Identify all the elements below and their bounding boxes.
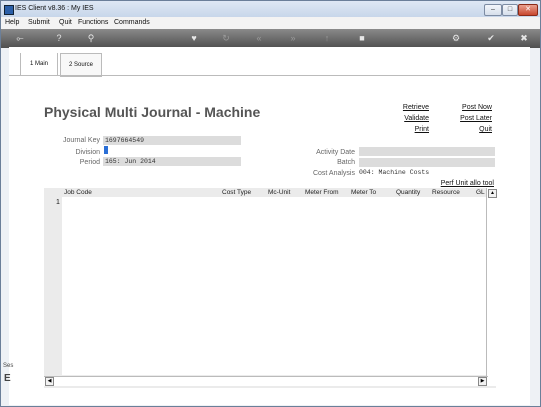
batch-label: Batch bbox=[337, 159, 355, 166]
menu-quit[interactable]: Quit bbox=[59, 19, 72, 26]
confirm-icon[interactable]: ✔ bbox=[485, 33, 497, 44]
quit-link[interactable]: Quit bbox=[452, 126, 492, 133]
favorite-heart-icon[interactable]: ♥ bbox=[188, 33, 200, 44]
validate-link[interactable]: Validate bbox=[395, 115, 429, 122]
batch-field[interactable] bbox=[359, 158, 495, 167]
col-mc-unit[interactable]: Mc-Unit bbox=[268, 189, 290, 196]
horizontal-scrollbar[interactable]: ◀ ▶ bbox=[44, 376, 488, 386]
settings-icon[interactable]: ⚙ bbox=[450, 33, 462, 44]
post-now-link[interactable]: Post Now bbox=[452, 104, 492, 111]
search-icon[interactable]: ⚲ bbox=[85, 33, 97, 44]
col-gl[interactable]: GL bbox=[476, 189, 485, 196]
col-cost-type[interactable]: Cost Type bbox=[222, 189, 251, 196]
row-number: 1 bbox=[56, 199, 60, 206]
tab-main[interactable]: 1 Main bbox=[20, 53, 58, 75]
perf-unit-link[interactable]: Perf Unit allo tool bbox=[430, 180, 494, 187]
page-title: Physical Multi Journal - Machine bbox=[44, 104, 261, 120]
menu-commands[interactable]: Commands bbox=[114, 19, 150, 26]
period-field[interactable]: 165: Jun 2014 bbox=[103, 157, 241, 166]
col-quantity[interactable]: Quantity bbox=[396, 189, 420, 196]
close-window-button[interactable]: ✕ bbox=[518, 4, 538, 16]
side-fragment-a: Ses bbox=[3, 363, 14, 369]
post-later-link[interactable]: Post Later bbox=[452, 115, 492, 122]
print-link[interactable]: Print bbox=[395, 126, 429, 133]
restore-button[interactable]: □ bbox=[502, 4, 518, 16]
refresh-icon[interactable]: ↻ bbox=[220, 33, 232, 44]
journal-key-label: Journal Key bbox=[63, 137, 100, 144]
division-field[interactable] bbox=[104, 146, 108, 154]
division-label: Division bbox=[75, 149, 100, 156]
col-meter-from[interactable]: Meter From bbox=[305, 189, 339, 196]
menu-functions[interactable]: Functions bbox=[78, 19, 108, 26]
next-icon[interactable]: » bbox=[287, 33, 299, 44]
journal-key-field[interactable]: 1697664549 bbox=[103, 136, 241, 145]
col-meter-to[interactable]: Meter To bbox=[351, 189, 376, 196]
col-job-code[interactable]: Job Code bbox=[64, 189, 92, 196]
help-icon[interactable]: ? bbox=[53, 33, 65, 44]
activity-date-field[interactable] bbox=[359, 147, 495, 156]
scroll-up-icon[interactable]: ▲ bbox=[488, 189, 497, 198]
minimize-button[interactable]: – bbox=[484, 4, 502, 16]
cost-analysis-field[interactable]: 004: Machine Costs bbox=[357, 168, 495, 177]
menu-help[interactable]: Help bbox=[5, 19, 19, 26]
vertical-scrollbar[interactable]: ▲ bbox=[486, 188, 497, 386]
tab-divider bbox=[9, 75, 530, 76]
cancel-icon[interactable]: ✖ bbox=[518, 33, 530, 44]
toolbar: ⟜ ? ⚲ ♥ ↻ « » ↑ ■ ⚙ ✔ ✖ bbox=[1, 29, 540, 48]
window-title: IES Client v8.36 : My IES bbox=[15, 5, 94, 12]
scroll-right-icon[interactable]: ▶ bbox=[478, 377, 487, 386]
scroll-left-icon[interactable]: ◀ bbox=[45, 377, 54, 386]
upload-icon[interactable]: ↑ bbox=[321, 33, 333, 44]
app-icon bbox=[4, 5, 14, 15]
side-fragment-b: E bbox=[4, 373, 11, 384]
retrieve-link[interactable]: Retrieve bbox=[395, 104, 429, 111]
grid-body[interactable] bbox=[62, 197, 486, 375]
col-resource[interactable]: Resource bbox=[432, 189, 460, 196]
cost-analysis-label: Cost Analysis bbox=[312, 170, 355, 177]
activity-date-label: Activity Date bbox=[316, 149, 355, 156]
tab-source[interactable]: 2 Source bbox=[60, 53, 102, 77]
stop-icon[interactable]: ■ bbox=[356, 33, 368, 44]
menu-bar: Help Submit Quit Functions Commands bbox=[1, 17, 540, 29]
period-label: Period bbox=[79, 159, 100, 166]
menu-submit[interactable]: Submit bbox=[28, 19, 50, 26]
exit-icon[interactable]: ⟜ bbox=[8, 33, 32, 44]
previous-icon[interactable]: « bbox=[253, 33, 265, 44]
title-bar: IES Client v8.36 : My IES – □ ✕ bbox=[1, 1, 540, 17]
